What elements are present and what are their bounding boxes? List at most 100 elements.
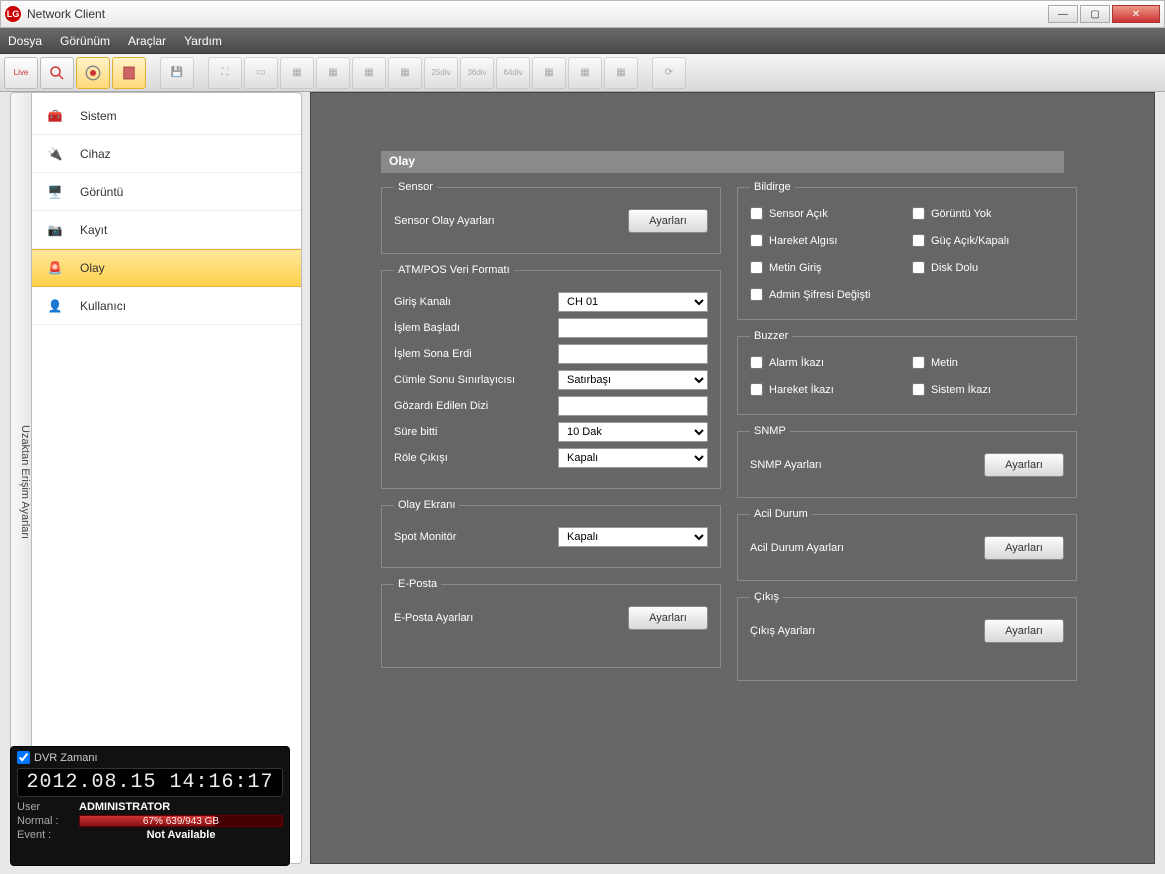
sidebar-item-system[interactable]: 🧰 Sistem: [32, 97, 301, 135]
group-email: E-Posta E-Posta Ayarları Ayarları: [381, 578, 721, 668]
camera-icon: 📷: [42, 220, 68, 240]
menu-help[interactable]: Yardım: [184, 34, 222, 48]
refresh-icon: ⟳: [652, 57, 686, 89]
label-ignore: Gözardı Edilen Dizi: [394, 400, 558, 412]
maximize-button[interactable]: ▢: [1080, 5, 1110, 23]
settings-button[interactable]: [76, 57, 110, 89]
layout-b-icon: ▦: [568, 57, 602, 89]
button-email-settings[interactable]: Ayarları: [628, 606, 708, 630]
button-snmp[interactable]: Ayarları: [984, 453, 1064, 477]
button-output[interactable]: Ayarları: [984, 619, 1064, 643]
panel-title: Olay: [381, 151, 1064, 173]
clock-display: 2012.08.15 14:16:17: [17, 768, 283, 797]
save-icon: 💾: [160, 57, 194, 89]
chk-dvr-time[interactable]: [17, 751, 30, 764]
select-timeout[interactable]: 10 Dak: [558, 422, 708, 442]
label-user: User: [17, 801, 73, 813]
input-tx-start[interactable]: [558, 318, 708, 338]
label-emergency: Acil Durum Ayarları: [750, 542, 984, 554]
label-input-channel: Giriş Kanalı: [394, 296, 558, 308]
label-dvr-time: DVR Zamanı: [34, 752, 98, 764]
sidebar-label-record: Kayıt: [80, 223, 107, 237]
select-input-channel[interactable]: CH 01: [558, 292, 708, 312]
toolbar: Live 💾 ⛶ ▭ ▦ ▦ ▦ ▦ 25div 36div 64div ▦ ▦…: [0, 54, 1165, 92]
group-output: Çıkış Çıkış Ayarları Ayarları: [737, 591, 1077, 681]
label-normal: Normal :: [17, 815, 73, 827]
legend-snmp: SNMP: [750, 425, 790, 437]
legend-atm: ATM/POS Veri Formatı: [394, 264, 514, 276]
value-normal: 67% 639/943 GB: [143, 816, 219, 827]
log-button[interactable]: [112, 57, 146, 89]
device-icon: 🔌: [42, 144, 68, 164]
button-emergency[interactable]: Ayarları: [984, 536, 1064, 560]
live-button[interactable]: Live: [4, 57, 38, 89]
value-event: Not Available: [79, 829, 283, 841]
legend-buzzer: Buzzer: [750, 330, 792, 342]
chk-no-image[interactable]: Görüntü Yok: [912, 207, 1064, 220]
group-atm: ATM/POS Veri Formatı Giriş Kanalı CH 01 …: [381, 264, 721, 489]
disk-usage-bar: 67% 639/943 GB: [79, 815, 283, 827]
app-logo-icon: LG: [5, 6, 21, 22]
chk-motion[interactable]: Hareket Algısı: [750, 234, 902, 247]
menu-tools[interactable]: Araçlar: [128, 34, 166, 48]
menu-file[interactable]: Dosya: [8, 34, 42, 48]
input-ignore[interactable]: [558, 396, 708, 416]
label-tx-start: İşlem Başladı: [394, 322, 558, 334]
label-sensor-settings: Sensor Olay Ayarları: [394, 215, 628, 227]
sidebar-item-record[interactable]: 📷 Kayıt: [32, 211, 301, 249]
chk-motion-buzz[interactable]: Hareket İkazı: [750, 383, 902, 396]
sidebar-item-user[interactable]: 👤 Kullanıcı: [32, 287, 301, 325]
group-buzzer: Buzzer Alarm İkazı Metin Hareket İkazı S…: [737, 330, 1077, 415]
label-line-delim: Cümle Sonu Sınırlayıcısı: [394, 374, 558, 386]
legend-emergency: Acil Durum: [750, 508, 812, 520]
chk-alarm[interactable]: Alarm İkazı: [750, 356, 902, 369]
label-timeout: Süre bitti: [394, 426, 558, 438]
chk-admin-pw[interactable]: Admin Şifresi Değişti: [750, 288, 1064, 301]
layout-36-icon: 36div: [460, 57, 494, 89]
chk-power[interactable]: Güç Açık/Kapalı: [912, 234, 1064, 247]
search-button[interactable]: [40, 57, 74, 89]
chk-system-buzz[interactable]: Sistem İkazı: [912, 383, 1064, 396]
sidebar-label-event: Olay: [80, 261, 105, 275]
input-tx-end[interactable]: [558, 344, 708, 364]
close-button[interactable]: ✕: [1112, 5, 1160, 23]
legend-email: E-Posta: [394, 578, 441, 590]
group-sensor: Sensor Sensor Olay Ayarları Ayarları: [381, 181, 721, 254]
sidebar-item-event[interactable]: 🚨 Olay: [32, 249, 301, 287]
window-titlebar: LG Network Client — ▢ ✕: [0, 0, 1165, 28]
value-user: ADMINISTRATOR: [79, 801, 170, 813]
chk-text-in[interactable]: Metin Giriş: [750, 261, 902, 274]
menubar: Dosya Görünüm Araçlar Yardım: [0, 28, 1165, 54]
menu-view[interactable]: Görünüm: [60, 34, 110, 48]
group-event-screen: Olay Ekranı Spot Monitör Kapalı: [381, 499, 721, 568]
label-output: Çıkış Ayarları: [750, 625, 984, 637]
group-snmp: SNMP SNMP Ayarları Ayarları: [737, 425, 1077, 498]
minimize-button[interactable]: —: [1048, 5, 1078, 23]
sidebar-label-user: Kullanıcı: [80, 299, 126, 313]
button-sensor-settings[interactable]: Ayarları: [628, 209, 708, 233]
select-line-delim[interactable]: Satırbaşı: [558, 370, 708, 390]
chk-text[interactable]: Metin: [912, 356, 1064, 369]
label-snmp: SNMP Ayarları: [750, 459, 984, 471]
layout-8-icon: ▦: [352, 57, 386, 89]
group-emergency: Acil Durum Acil Durum Ayarları Ayarları: [737, 508, 1077, 581]
siren-icon: 🚨: [42, 258, 68, 278]
label-spot-monitor: Spot Monitör: [394, 531, 558, 543]
layout-9-icon: ▦: [388, 57, 422, 89]
chk-sensor-on[interactable]: Sensor Açık: [750, 207, 902, 220]
select-relay[interactable]: Kapalı: [558, 448, 708, 468]
legend-sensor: Sensor: [394, 181, 437, 193]
layout-4-icon: ▦: [280, 57, 314, 89]
sidebar-item-display[interactable]: 🖥️ Görüntü: [32, 173, 301, 211]
status-panel: DVR Zamanı 2012.08.15 14:16:17 User ADMIN…: [10, 746, 290, 866]
group-notify: Bildirge Sensor Açık Görüntü Yok Hareket…: [737, 181, 1077, 320]
layout-6-icon: ▦: [316, 57, 350, 89]
label-event: Event :: [17, 829, 73, 841]
sidebar-item-device[interactable]: 🔌 Cihaz: [32, 135, 301, 173]
sidebar-label-system: Sistem: [80, 109, 117, 123]
chk-disk-full[interactable]: Disk Dolu: [912, 261, 1064, 274]
label-relay: Röle Çıkışı: [394, 452, 558, 464]
fullscreen-icon: ⛶: [208, 57, 242, 89]
select-spot-monitor[interactable]: Kapalı: [558, 527, 708, 547]
sidebar-label-device: Cihaz: [80, 147, 111, 161]
